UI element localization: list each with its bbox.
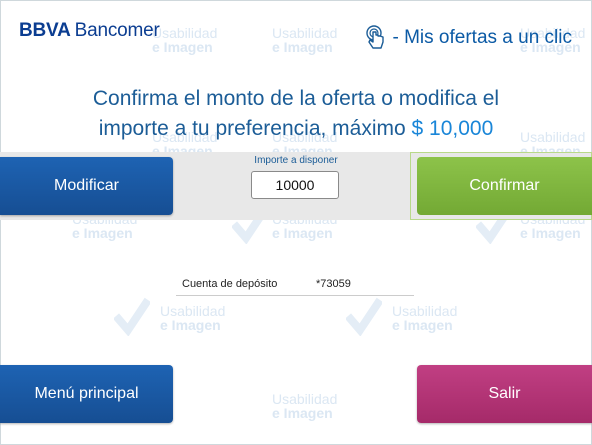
deposit-account-row: Cuenta de depósito *73059: [176, 272, 414, 296]
logo-name: Bancomer: [74, 20, 160, 41]
headline-line2-text: importe a tu preferencia, máximo: [98, 117, 406, 140]
offers-title: - Mis ofertas a un clic: [392, 27, 573, 48]
main-menu-button[interactable]: Menú principal: [0, 365, 173, 423]
modify-button[interactable]: Modificar: [0, 157, 173, 215]
logo-brand: BBVA: [19, 20, 71, 41]
headline-line1: Confirma el monto de la oferta o modific…: [92, 87, 500, 110]
confirm-button[interactable]: Confirmar: [417, 157, 592, 215]
amount-input[interactable]: [251, 171, 339, 199]
offers-header: - Mis ofertas a un clic: [363, 24, 573, 52]
amount-label: Importe a disponer: [254, 155, 338, 166]
bbva-bancomer-logo: BBVA Bancomer: [19, 20, 160, 42]
deposit-account-value: *73059: [316, 278, 351, 290]
headline-line2: importe a tu preferencia, máximo $ 10,00…: [0, 114, 592, 144]
exit-button[interactable]: Salir: [417, 365, 592, 423]
hand-pointer-icon: [365, 25, 384, 49]
deposit-account-label: Cuenta de depósito: [182, 278, 278, 290]
max-amount: $ 10,000: [411, 117, 494, 140]
page-headline: Confirma el monto de la oferta o modific…: [0, 84, 592, 144]
